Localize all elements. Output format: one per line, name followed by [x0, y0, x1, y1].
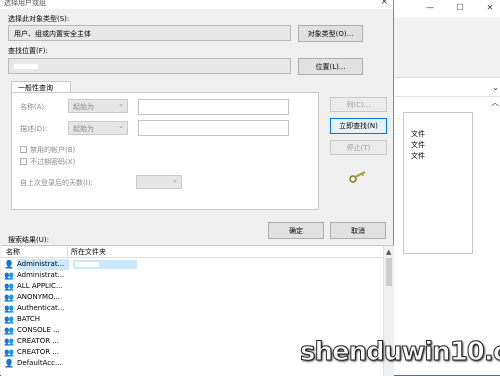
disabled-accounts-checkbox[interactable]	[20, 146, 27, 153]
list-item[interactable]: 👥 ANONYMO...	[3, 292, 383, 303]
column-header-name[interactable]: 名称	[6, 247, 20, 257]
chevron-down-icon[interactable]: ⌄	[492, 83, 499, 92]
object-type-field: 用户、组或内置安全主体	[8, 25, 291, 41]
search-key-icon	[349, 171, 366, 183]
user-icon: 👤	[4, 260, 14, 269]
list-item-name: ALL APPLIC...	[17, 282, 63, 290]
maximize-icon[interactable]: ☐	[451, 0, 469, 16]
file-label: 文件	[411, 141, 425, 149]
chevron-down-icon: ⌄	[118, 100, 124, 108]
ok-button[interactable]: 确定	[268, 222, 324, 239]
list-item-name: DefaultAcc...	[17, 359, 62, 367]
location-blurred-value	[14, 64, 38, 69]
list-item[interactable]: 👥 CONSOLE ...	[3, 325, 383, 336]
list-item[interactable]: 👥 ALL APPLIC...	[3, 281, 383, 292]
list-item-name: CREATOR ...	[17, 337, 59, 345]
description-match-value: 起始为	[73, 125, 94, 133]
group-icon: 👥	[4, 348, 14, 357]
location-label: 查找位置(F):	[8, 47, 48, 55]
group-icon: 👥	[4, 315, 14, 324]
background-explorer-window: — ☐ ✕ ⌄ ︿ 文件 文件 文件	[388, 0, 500, 375]
name-label: 名称(A):	[20, 103, 47, 111]
title-bar: 选择用户或组 ×	[0, 0, 393, 9]
ribbon	[389, 17, 500, 78]
stop-button[interactable]: 停止(T)	[330, 140, 387, 155]
list-item-name: Administrat...	[17, 271, 65, 279]
user-icon: 👤	[4, 359, 14, 368]
object-types-button[interactable]: 对象类型(O)...	[298, 25, 363, 42]
group-icon: 👥	[4, 271, 14, 280]
dialog-title: 选择用户或组	[4, 0, 46, 7]
find-now-button[interactable]: 立即查找(N)	[330, 118, 387, 134]
cancel-button[interactable]: 取消	[330, 222, 386, 239]
minimize-icon[interactable]: —	[421, 0, 439, 16]
address-bar	[389, 78, 500, 97]
list-item[interactable]: 👥 Authenticat...	[3, 303, 383, 314]
list-item-name: Authenticat...	[17, 304, 65, 312]
close-icon[interactable]: ×	[380, 0, 388, 7]
list-item[interactable]: 👥 Administrat...	[3, 270, 383, 281]
list-item-name: Administrat...	[17, 259, 69, 270]
scrollbar-thumb[interactable]	[386, 258, 392, 286]
list-item-name: ANONYMO...	[17, 293, 60, 301]
list-item-name: BATCH	[17, 315, 41, 323]
description-label: 描述(D):	[20, 125, 48, 133]
folder-cell	[73, 260, 137, 269]
results-header: 名称 所在文件夹	[1, 246, 383, 258]
column-divider[interactable]	[67, 246, 68, 257]
group-icon: 👥	[4, 304, 14, 313]
days-since-logon-select[interactable]: ⌄	[136, 175, 182, 189]
columns-button[interactable]: 列(C)...	[330, 97, 387, 112]
disabled-accounts-label: 禁用的帐户(B)	[30, 146, 76, 154]
list-item-name: CREATOR ...	[17, 348, 59, 356]
description-match-select[interactable]: 起始为 ⌄	[68, 121, 128, 135]
file-pane: 文件 文件 文件	[403, 112, 473, 254]
watermark: shenduwin10.com	[300, 337, 500, 368]
scroll-up-icon[interactable]: ▲	[386, 248, 391, 256]
select-users-dialog: 选择用户或组 × 选择此对象类型(S): 用户、组或内置安全主体 对象类型(O)…	[0, 0, 394, 376]
folder-blurred-value	[75, 262, 99, 267]
list-item-name: CONSOLE ...	[17, 326, 60, 334]
close-icon[interactable]: ✕	[481, 0, 499, 16]
group-icon: 👥	[4, 293, 14, 302]
chevron-up-icon[interactable]: ︿	[491, 97, 499, 108]
group-icon: 👥	[4, 337, 14, 346]
non-expiring-password-label: 不过期密码(X)	[30, 158, 76, 166]
group-icon: 👥	[4, 326, 14, 335]
file-label: 文件	[411, 152, 425, 160]
name-input[interactable]	[138, 99, 289, 115]
file-label: 文件	[411, 130, 425, 138]
list-item[interactable]: 👤 Administrat...	[3, 259, 383, 270]
chevron-down-icon: ⌄	[118, 122, 124, 130]
days-since-logon-label: 自上次登录后的天数(I):	[20, 179, 93, 187]
chevron-down-icon: ⌄	[172, 176, 178, 184]
locations-button[interactable]: 位置(L)...	[298, 58, 363, 75]
name-match-select[interactable]: 起始为 ⌄	[68, 99, 128, 113]
description-input[interactable]	[138, 120, 289, 136]
non-expiring-password-checkbox[interactable]	[20, 158, 27, 165]
object-type-label: 选择此对象类型(S):	[8, 15, 70, 23]
location-field	[8, 58, 291, 74]
results-label: 搜索结果(U):	[8, 236, 49, 244]
list-item[interactable]: 👥 BATCH	[3, 314, 383, 325]
column-header-folder[interactable]: 所在文件夹	[71, 247, 106, 257]
name-match-value: 起始为	[73, 103, 94, 111]
group-icon: 👥	[4, 282, 14, 291]
